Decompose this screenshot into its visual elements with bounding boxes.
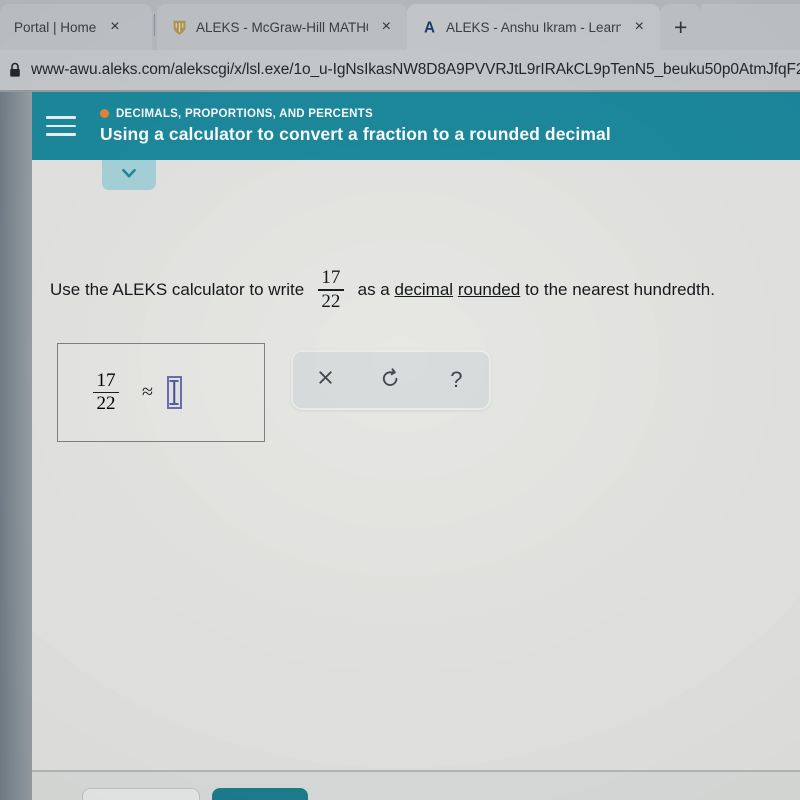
answer-fraction: 17 22 [93, 369, 119, 415]
browser-tab-strip: Portal | Home × ALEKS - McGraw-Hill MATH… [0, 0, 800, 50]
tab-divider [154, 14, 155, 36]
primary-action-button[interactable] [212, 788, 308, 800]
undo-arrow-icon [379, 366, 402, 395]
chevron-down-icon [118, 162, 140, 189]
question-mark-icon: ? [450, 367, 463, 392]
tab-strip-empty-area [701, 4, 800, 50]
question-fraction: 17 22 [317, 267, 344, 312]
browser-address-bar[interactable]: www-awu.aleks.com/alekscgi/x/lsl.exe/1o_… [0, 50, 800, 92]
tab-close-icon[interactable]: × [104, 19, 125, 35]
answer-input[interactable] [166, 376, 182, 409]
undo-button[interactable] [369, 358, 413, 402]
answer-work-area: 17 22 ≈ [57, 343, 265, 442]
tab-close-icon[interactable]: × [629, 19, 650, 35]
aleks-page: DECIMALS, PROPORTIONS, AND PERCENTS Usin… [32, 92, 800, 800]
tab-title: ALEKS - Anshu Ikram - Learn [446, 19, 621, 35]
page-title: Using a calculator to convert a fraction… [100, 123, 611, 144]
shield-icon [171, 19, 188, 36]
decimal-glossary-link[interactable]: decimal [395, 280, 454, 300]
padlock-icon [8, 62, 22, 78]
url-text: www-awu.aleks.com/alekscgi/x/lsl.exe/1o_… [31, 61, 800, 78]
new-tab-button[interactable]: + [660, 4, 702, 50]
rounded-glossary-link[interactable]: rounded [458, 280, 520, 300]
svg-text:A: A [424, 20, 435, 36]
question-part-1: Use the ALEKS calculator to write [50, 279, 309, 299]
header-text-group: DECIMALS, PROPORTIONS, AND PERCENTS Usin… [100, 108, 611, 145]
screen-left-bezel [0, 92, 32, 800]
browser-chrome: Portal | Home × ALEKS - McGraw-Hill MATH… [0, 0, 800, 92]
aleks-topic-header: DECIMALS, PROPORTIONS, AND PERCENTS Usin… [32, 92, 800, 160]
question-part-3: to the nearest hundredth. [520, 279, 715, 299]
fraction-denominator: 22 [321, 290, 341, 312]
question-prompt: Use the ALEKS calculator to write 17 22 … [50, 268, 780, 311]
tab-title: ALEKS - McGraw-Hill MATH062 ( [196, 19, 368, 35]
fraction-numerator: 17 [321, 267, 341, 288]
question-part-2: as a [352, 279, 395, 299]
topic-category: DECIMALS, PROPORTIONS, AND PERCENTS [100, 108, 611, 120]
hamburger-menu-icon[interactable] [46, 116, 76, 136]
text-caret [173, 382, 176, 403]
status-dot-icon [100, 109, 109, 118]
fraction-numerator: 17 [96, 369, 116, 391]
tab-title: Portal | Home [14, 19, 97, 35]
browser-tab-aleks-math062[interactable]: ALEKS - McGraw-Hill MATH062 ( × [157, 4, 407, 50]
secondary-action-button[interactable] [82, 788, 200, 800]
aleks-a-icon: A [421, 19, 438, 36]
browser-tab-aleks-learn[interactable]: A ALEKS - Anshu Ikram - Learn × [407, 4, 660, 50]
cross-icon [315, 367, 336, 394]
exercise-toolbar: ? [291, 350, 491, 410]
topic-category-label: DECIMALS, PROPORTIONS, AND PERCENTS [116, 107, 373, 120]
clear-button[interactable] [304, 358, 348, 402]
exercise-footer [32, 770, 800, 800]
fraction-denominator: 22 [96, 393, 116, 415]
tab-close-icon[interactable]: × [376, 19, 397, 35]
expand-panel-button[interactable] [102, 160, 156, 190]
browser-tab-portal-home[interactable]: Portal | Home × [0, 4, 152, 50]
help-button[interactable]: ? [434, 358, 478, 402]
approximately-equal-symbol: ≈ [142, 381, 153, 403]
